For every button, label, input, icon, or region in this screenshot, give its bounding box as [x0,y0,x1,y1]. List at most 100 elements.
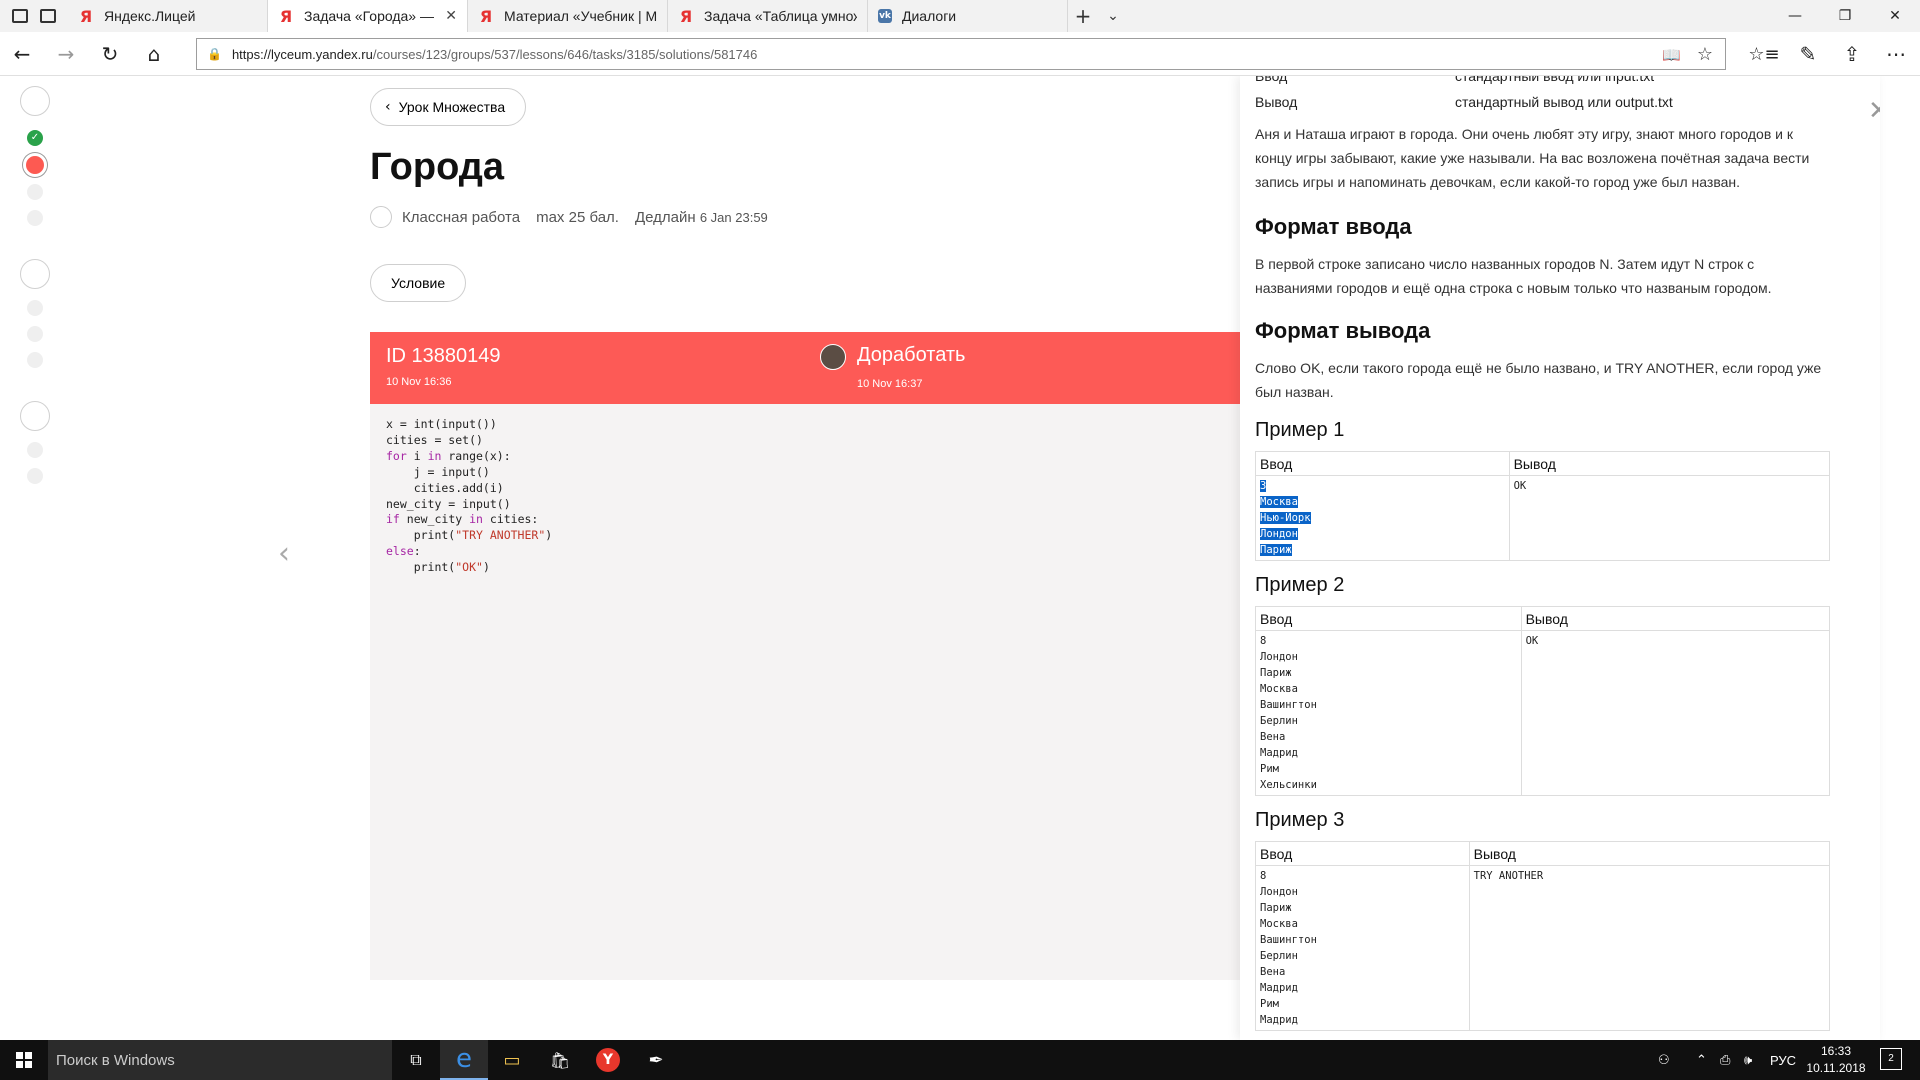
pen-icon[interactable]: ✒ [632,1040,680,1080]
step-lesson-2[interactable] [20,259,50,289]
deadline-label: Дедлайн [634,208,696,226]
file-explorer-icon[interactable]: ▭ [488,1040,536,1080]
refresh-icon[interactable]: ↻ [88,32,132,76]
favorites-hub-icon[interactable]: ☆≡ [1742,32,1786,76]
code-line: x = int(input()) [386,417,497,431]
browser-tab[interactable]: vk Диалоги [868,0,1068,32]
example-line-text: Париж [1260,544,1292,556]
share-icon[interactable]: ⇪ [1830,32,1874,76]
back-to-lesson-button[interactable]: ‹ Урок Множества [370,88,527,126]
set-aside-tabs-icon[interactable] [40,9,56,23]
clock[interactable]: 16:33 10.11.2018 [1800,1043,1872,1077]
favorite-icon[interactable]: ☆ [1697,44,1713,65]
input-format-title: Формат ввода [1255,214,1412,239]
more-icon[interactable]: ⋯ [1874,32,1918,76]
browser-tab[interactable]: Я Задача «Таблица умножен [668,0,868,32]
home-icon[interactable]: ⌂ [132,32,176,76]
code-line: else: [386,544,421,559]
example-line-text: Рим [1260,998,1279,1010]
tray-expand-icon[interactable]: ⌃ [1696,1040,1707,1080]
example-input-cell[interactable]: 8 Лондон Париж Москва Вашингтон Берлин Вена Мад… [1255,865,1470,1031]
store-icon[interactable]: 🛍 [536,1040,584,1080]
back-icon[interactable]: ← [0,32,44,76]
maximize-button[interactable]: ❐ [1820,0,1870,32]
close-window-button[interactable]: ✕ [1870,0,1920,32]
yandex-browser-icon[interactable]: Y [584,1040,632,1080]
step-dot[interactable] [27,184,43,200]
example-body-row: 8 Лондон Париж Москва Вашингтон Берлин Вена Мад… [1255,865,1831,1031]
example-input-line: Париж [1260,900,1465,916]
step-dot[interactable] [27,300,43,316]
example-input-line: Москва [1260,681,1517,697]
output-format-title: Формат вывода [1255,318,1431,343]
example-line-text: Рим [1260,763,1279,775]
tabs-aside-icon[interactable] [12,9,28,23]
example-output-cell[interactable]: TRY ANOTHER [1468,865,1831,1031]
step-lesson-1[interactable] [20,86,50,116]
solution-submitted: 10 Nov 16:36 [386,376,452,388]
network-icon[interactable]: ⎙ [1720,1040,1730,1080]
example-line-text: Мадрид [1260,982,1298,994]
task-view-icon[interactable]: ⧉ [392,1040,440,1080]
step-dot[interactable] [27,442,43,458]
step-dot[interactable] [27,468,43,484]
example-line-text: 3 [1260,480,1267,492]
example-input-line: Нью-Йорк [1260,510,1505,526]
tab-label: Яндекс.Лицей [104,8,196,24]
minimize-button[interactable]: — [1770,0,1820,32]
step-lesson-3[interactable] [20,401,50,431]
example-output-cell[interactable]: OK [1520,630,1831,796]
address-bar[interactable]: 🔒 https://lyceum.yandex.ru/courses/123/g… [196,38,1726,70]
taskbar-search[interactable]: Поиск в Windows [48,1040,392,1080]
new-tab-button[interactable]: + [1068,0,1098,32]
example-input-header: Ввод [1255,451,1510,476]
browser-tab[interactable]: Я Материал «Учебник | Мно [468,0,668,32]
example-line-text: Хельсинки [1260,779,1317,791]
example-line-text: TRY ANOTHER [1473,870,1544,882]
previous-solution-arrow[interactable]: ‹ [278,536,290,571]
edge-icon[interactable]: e [440,1040,488,1080]
browser-tab[interactable]: Я Яндекс.Лицей [68,0,268,32]
io-output-label: Вывод [1255,94,1298,110]
code-line: j = input() [386,464,490,479]
example-input-line: Вена [1260,964,1465,980]
example-1-title: Пример 1 [1255,419,1345,441]
code-line: cities = set() [386,432,483,447]
step-ok-icon[interactable]: ✓ [27,130,43,146]
example-input-line: Рим [1260,996,1465,1012]
close-tab-icon[interactable]: ✕ [445,8,457,24]
condition-button[interactable]: Условие [370,264,467,302]
reading-view-icon[interactable]: 📖 [1662,46,1681,64]
start-button[interactable] [0,1040,48,1080]
step-dot[interactable] [27,326,43,342]
notes-icon[interactable]: ✎ [1786,32,1830,76]
browser-tab[interactable]: Я Задача «Города» — Мі ✕ [268,0,468,32]
example-output-cell[interactable]: OK [1508,475,1831,561]
example-line-text: Берлин [1260,950,1298,962]
step-dot[interactable] [27,210,43,226]
input-language[interactable]: РУС [1770,1040,1796,1080]
example-input-line: Лондон [1260,649,1517,665]
step-current-failed[interactable] [23,153,47,177]
example-line-text: Париж [1260,667,1292,679]
notification-center-icon[interactable]: 2 [1880,1048,1902,1070]
step-dot[interactable] [27,352,43,368]
people-icon[interactable]: ⚇ [1658,1040,1670,1080]
example-line-text: Вена [1260,731,1286,743]
example-input-header: Ввод [1255,606,1522,631]
statement-panel: Ввод стандартный ввод или input.txt Вывод… [1240,76,1880,1040]
example-input-line: Берлин [1260,713,1517,729]
volume-icon[interactable]: 🕪 [1744,1040,1752,1080]
example-input-cell[interactable]: 3 Москва Нью-Йорк Лондон Париж [1255,475,1510,561]
example-input-cell[interactable]: 8 Лондон Париж Москва Вашингтон Берлин Вена Мад… [1255,630,1522,796]
code-line: print("TRY ANOTHER") [386,528,553,543]
input-format-text: В первой строке записано число названных… [1255,256,1772,296]
solution-code: x = int(input()) cities = set() for i in r… [370,404,1240,980]
forward-icon[interactable]: → [44,32,88,76]
example-header-row: Ввод Вывод [1255,451,1831,476]
tab-list-button[interactable]: ⌄ [1098,0,1128,32]
yandex-icon: Я [279,6,293,26]
close-icon[interactable]: ✕ [1868,96,1880,126]
example-input-line: Вашингтон [1260,932,1465,948]
example-line-text: OK [1525,635,1539,647]
